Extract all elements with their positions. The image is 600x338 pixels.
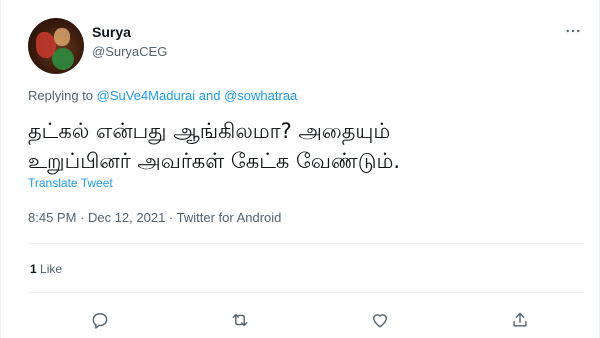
avatar-art: [52, 48, 74, 70]
mention-link[interactable]: @sowhatraa: [224, 88, 297, 103]
avatar-art: [54, 28, 70, 46]
reply-icon: [92, 313, 108, 329]
tweet-text-line: தட்கல் என்பது ஆங்கிலமா? அதையும்: [28, 119, 391, 143]
like-label: Like: [40, 262, 63, 276]
tweet-header: Surya @SuryaCEG: [28, 18, 584, 74]
tweet-text-line: உறுப்பினர் அவர்கள் கேட்க வேண்டும்.: [28, 149, 401, 173]
retweet-button[interactable]: [226, 306, 254, 334]
replying-to: Replying to @SuVe4Madurai and @sowhatraa: [28, 88, 297, 103]
likes-count-link[interactable]: 1 Like: [30, 262, 62, 276]
avatar[interactable]: [28, 18, 84, 74]
divider: [28, 292, 584, 293]
like-button[interactable]: [366, 306, 394, 334]
tweet-timestamp-source[interactable]: 8:45 PM · Dec 12, 2021 · Twitter for And…: [28, 210, 281, 225]
more-dots-icon: [566, 29, 580, 33]
like-count: 1: [30, 262, 37, 276]
mention-conjunction: and: [198, 88, 221, 103]
tweet-card: Surya @SuryaCEG Replying to @SuVe4Madura…: [0, 0, 600, 338]
more-options-button[interactable]: [562, 20, 584, 42]
mention-link[interactable]: @SuVe4Madurai: [97, 88, 195, 103]
translate-tweet-link[interactable]: Translate Tweet: [28, 176, 113, 190]
reply-button[interactable]: [86, 306, 114, 334]
share-icon: [513, 312, 527, 327]
divider: [28, 243, 584, 244]
tweet-actions-bar: [0, 306, 600, 334]
replying-prefix: Replying to: [28, 88, 94, 103]
tweet-text: தட்கல் என்பது ஆங்கிலமா? அதையும் உறுப்பின…: [28, 116, 568, 176]
retweet-icon: [232, 313, 248, 327]
user-display-name[interactable]: Surya: [92, 24, 131, 40]
user-handle[interactable]: @SuryaCEG: [92, 44, 167, 59]
share-button[interactable]: [506, 306, 534, 334]
heart-icon: [373, 314, 387, 328]
